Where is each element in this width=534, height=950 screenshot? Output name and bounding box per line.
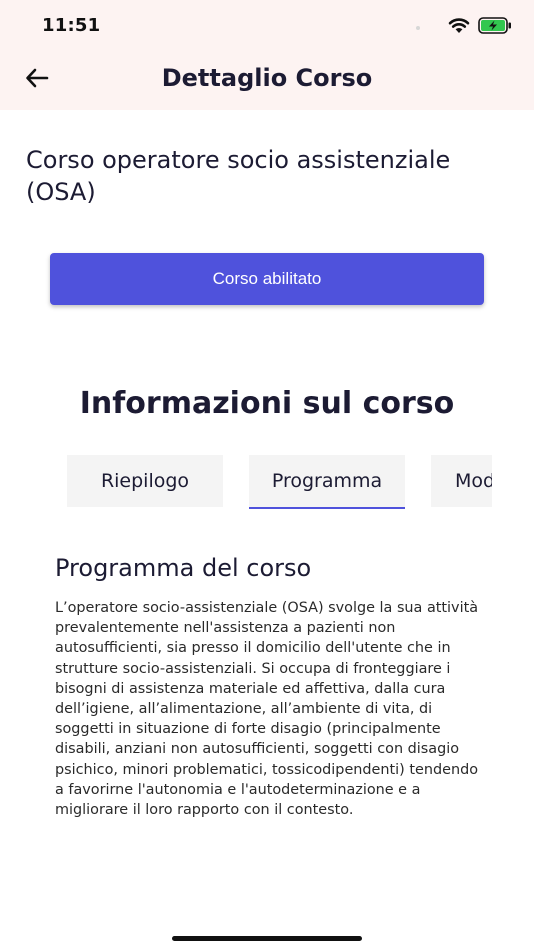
status-icons (416, 17, 512, 38)
program-heading: Programma del corso (55, 554, 312, 582)
tab-programma[interactable]: Programma (249, 455, 405, 509)
battery-charging-icon (478, 17, 512, 38)
signal-indicator (416, 25, 420, 30)
tabs-row: Riepilogo Programma Mod (67, 455, 492, 509)
tab-modalita[interactable]: Mod (431, 455, 492, 507)
tabs-scroller[interactable]: Riepilogo Programma Mod (67, 455, 492, 509)
tab-riepilogo[interactable]: Riepilogo (67, 455, 223, 507)
status-time: 11:51 (42, 15, 101, 36)
screen-title: Dettaglio Corso (161, 64, 373, 92)
course-enabled-button[interactable]: Corso abilitato (50, 253, 484, 305)
course-title: Corso operatore socio assistenziale (OSA… (26, 146, 451, 206)
top-bar: 11:51 Dettaglio Corso (0, 0, 534, 110)
wifi-icon (448, 17, 470, 38)
home-indicator[interactable] (172, 936, 362, 941)
section-heading: Informazioni sul corso (79, 386, 455, 421)
program-description: L’operatore socio-assistenziale (OSA) sv… (55, 600, 479, 819)
